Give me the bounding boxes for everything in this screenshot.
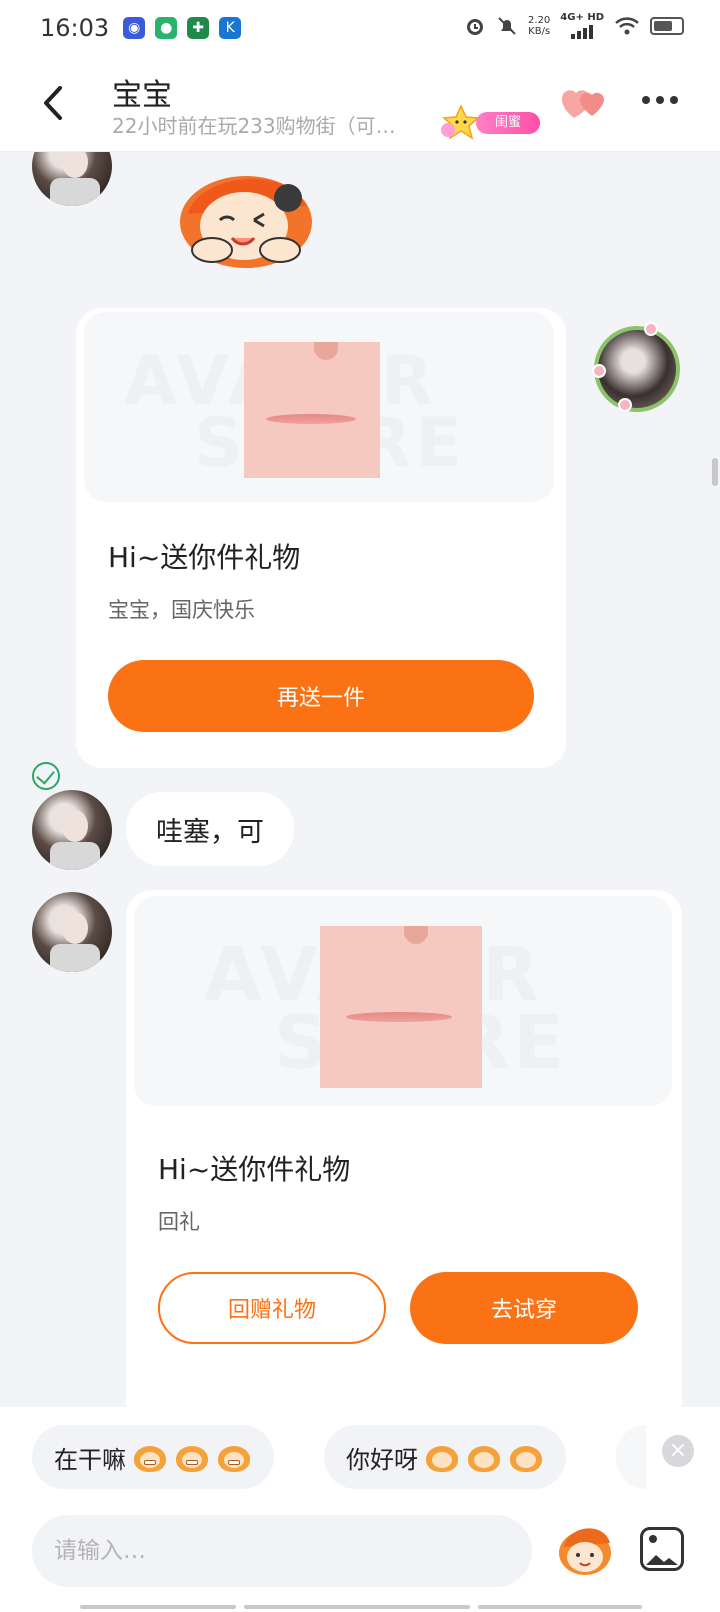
heart-icon[interactable]: [560, 86, 610, 122]
quick-reply-bar: 在干嘛 你好呀 ×: [0, 1407, 720, 1507]
bestie-badge: 闺蜜: [438, 104, 544, 140]
status-indicators: 2.20 KB/s 4G+ HD: [464, 12, 684, 39]
quick-reply-text: 你好呀: [346, 1445, 418, 1474]
speed-indicator: 2.20 KB/s: [528, 14, 551, 37]
mute-icon: [498, 16, 516, 35]
gift-message: 回礼: [158, 1210, 200, 1234]
status-time: 16:03: [40, 14, 110, 42]
chat-header: 宝宝 22小时前在玩233购物街（可… 闺蜜: [0, 56, 720, 152]
gift-preview[interactable]: AVATAR STORE: [84, 312, 554, 502]
more-icon[interactable]: [642, 96, 678, 104]
scrollbar[interactable]: [712, 458, 718, 486]
star-badge-icon: [441, 104, 480, 140]
quick-reply-text: 在干嘛: [54, 1445, 126, 1474]
mascot-emoji-icon[interactable]: [556, 1521, 614, 1579]
chat-message-list[interactable]: AVATAR STORE Hi~送你件礼物 宝宝，国庆快乐 再送一件 哇塞，可 …: [0, 152, 720, 1407]
home-indicator: [244, 1605, 470, 1609]
mascot-sticker[interactable]: [170, 154, 320, 272]
green-app-icon: ●: [155, 17, 178, 39]
lip-item-image: [244, 342, 380, 478]
quick-reply-chip[interactable]: 在干嘛: [32, 1425, 274, 1489]
send-another-button[interactable]: 再送一件: [108, 660, 534, 732]
partner-avatar[interactable]: [32, 152, 112, 206]
return-gift-button[interactable]: 回赠礼物: [158, 1272, 386, 1344]
home-indicator: [80, 1605, 236, 1609]
home-indicator: [478, 1605, 642, 1609]
message-bubble[interactable]: 哇塞，可: [126, 792, 294, 866]
happy-emoji-icon: [424, 1442, 460, 1472]
alarm-icon: [467, 18, 484, 35]
gift-preview[interactable]: AVATAR STORE: [134, 896, 672, 1106]
happy-emoji-icon: [508, 1442, 544, 1472]
k-app-icon: K: [219, 17, 242, 39]
grin-emoji-icon: [216, 1442, 252, 1472]
gift-card[interactable]: AVATAR STORE Hi~送你件礼物 宝宝，国庆快乐 再送一件: [76, 308, 566, 768]
wifi-icon: [615, 16, 639, 34]
grin-emoji-icon: [132, 1442, 168, 1472]
gift-title: Hi~送你件礼物: [108, 541, 301, 574]
image-icon[interactable]: [640, 1527, 684, 1571]
quick-reply-chip-partial[interactable]: [616, 1425, 646, 1489]
try-on-button[interactable]: 去试穿: [410, 1272, 638, 1344]
close-icon[interactable]: ×: [662, 1435, 694, 1467]
partner-avatar[interactable]: [32, 892, 112, 972]
signal-icon: [571, 23, 594, 39]
message-input[interactable]: [32, 1515, 532, 1587]
status-bar: 16:03 ◉ ● ✚ K 2.20 KB/s 4G+ HD: [0, 0, 720, 56]
back-icon[interactable]: [38, 84, 68, 122]
gift-title: Hi~送你件礼物: [158, 1153, 351, 1186]
quick-reply-chip[interactable]: 你好呀: [324, 1425, 566, 1489]
baidu-app-icon: ◉: [123, 17, 146, 39]
partner-avatar[interactable]: [32, 790, 112, 870]
gift-message: 宝宝，国庆快乐: [108, 598, 255, 622]
input-bar: [0, 1507, 720, 1612]
network-indicator: 4G+ HD: [560, 12, 604, 39]
network-label: 4G+ HD: [560, 12, 604, 23]
bestie-badge-label: 闺蜜: [476, 112, 540, 134]
chat-title: 宝宝: [112, 78, 172, 113]
lip-item-image: [320, 926, 482, 1088]
happy-emoji-icon: [466, 1442, 502, 1472]
status-app-icons: ◉ ● ✚ K: [123, 17, 242, 39]
grin-emoji-icon: [174, 1442, 210, 1472]
battery-icon: [650, 16, 684, 35]
delivered-check-icon: [32, 762, 60, 790]
gift-card[interactable]: AVATAR STORE Hi~送你件礼物 回礼 回赠礼物 去试穿: [126, 890, 682, 1407]
chat-status-subtitle: 22小时前在玩233购物街（可…: [112, 114, 396, 138]
plus-app-icon: ✚: [187, 17, 210, 39]
my-avatar[interactable]: [592, 322, 680, 412]
